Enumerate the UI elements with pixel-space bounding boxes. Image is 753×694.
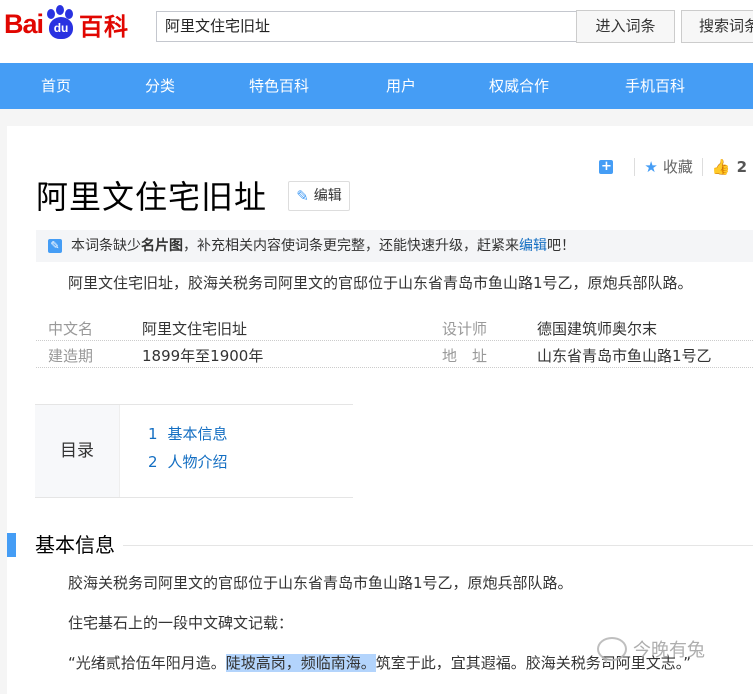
section-divider <box>35 545 753 546</box>
entry-summary: 阿里文住宅旧址，胶海关税务司阿里文的官邸位于山东省青岛市鱼山路1号乙，原炮兵部队… <box>68 274 693 292</box>
catalog-item-text: 基本信息 <box>167 425 228 443</box>
add-icon[interactable]: + <box>599 159 614 174</box>
entry-content: + ★ 收藏 👍 2 阿里文住宅旧址 ✎ 编辑 ✎ 本词条缺少 名片图 ，补充相关内… <box>7 126 753 694</box>
info-value: 德国建筑师奥尔末 <box>537 320 658 338</box>
nav-item-users[interactable]: 用户 <box>386 63 416 109</box>
logo-du: du <box>53 21 69 35</box>
basic-info-row: 中文名 阿里文住宅旧址 设计师 德国建筑师奥尔末 <box>36 314 753 341</box>
catalog-label: 目录 <box>35 405 120 497</box>
catalog-item-number: 1 <box>148 425 158 443</box>
paragraph-text: “光绪贰拾伍年阳月造。 <box>68 654 226 672</box>
missing-image-notice: ✎ 本词条缺少 名片图 ，补充相关内容使词条更完整，还能快速升级，赶紧来 编辑 吧！ <box>36 230 753 262</box>
section-marker <box>7 533 16 557</box>
catalog-item-number: 2 <box>148 453 158 471</box>
catalog-item-biography[interactable]: 2 人物介绍 <box>148 451 228 472</box>
thumbs-up-icon[interactable]: 👍 <box>712 158 731 176</box>
info-value: 山东省青岛市鱼山路1号乙 <box>537 347 712 365</box>
favorite-button[interactable]: 收藏 <box>663 156 693 177</box>
info-key: 中文名 <box>48 320 94 338</box>
info-key: 地 址 <box>442 347 488 365</box>
entry-tools: + ★ 收藏 👍 2 <box>599 156 753 177</box>
page-title: 阿里文住宅旧址 <box>36 178 268 216</box>
baidu-baike-logo[interactable]: Bai du 百科 <box>4 4 129 44</box>
notice-bold: 名片图 <box>141 238 183 254</box>
section-heading: 基本信息 <box>7 531 753 559</box>
nav-item-category[interactable]: 分类 <box>145 63 175 109</box>
notice-prefix: 本词条缺少 <box>71 238 141 254</box>
catalog-item-basic-info[interactable]: 1 基本信息 <box>148 423 228 444</box>
divider <box>634 157 636 176</box>
nav-item-home[interactable]: 首页 <box>41 63 71 109</box>
catalog-item-text: 人物介绍 <box>167 453 228 471</box>
edit-notice-icon: ✎ <box>48 239 62 253</box>
paragraph: 胶海关税务司阿里文的官邸位于山东省青岛市鱼山路1号乙，原炮兵部队路。 <box>68 574 573 592</box>
like-count: 2 <box>736 157 747 176</box>
notice-edit-link[interactable]: 编辑 <box>519 230 547 262</box>
search-entry-button[interactable]: 搜索词条 <box>681 10 753 43</box>
table-of-contents: 目录 1 基本信息 2 人物介绍 <box>35 404 353 498</box>
nav-item-featured[interactable]: 特色百科 <box>249 63 309 109</box>
enter-entry-button[interactable]: 进入词条 <box>576 10 675 43</box>
section-title: 基本信息 <box>35 531 123 559</box>
logo-bai: Bai <box>4 8 44 39</box>
info-value: 阿里文住宅旧址 <box>142 320 248 338</box>
info-key: 设计师 <box>442 320 488 338</box>
paw-icon: du <box>44 5 78 41</box>
selected-text: 陡坡高岗，频临南海。 <box>225 654 376 672</box>
logo-baike: 百科 <box>79 12 130 41</box>
info-value: 1899年至1900年 <box>142 347 264 365</box>
main-nav: 首页 分类 特色百科 用户 权威合作 手机百科 <box>0 63 753 109</box>
edit-button[interactable]: ✎ 编辑 <box>288 181 350 211</box>
star-icon[interactable]: ★ <box>644 158 657 176</box>
notice-middle: ，补充相关内容使词条更完整，还能快速升级，赶紧来 <box>183 238 519 254</box>
notice-suffix: 吧！ <box>547 238 575 254</box>
divider <box>701 157 703 176</box>
watermark-text: 今晚有兔 <box>633 640 705 661</box>
paragraph: 住宅基石上的一段中文碑文记载： <box>68 614 294 632</box>
nav-item-partners[interactable]: 权威合作 <box>489 63 549 109</box>
basic-info-row: 建造期 1899年至1900年 地 址 山东省青岛市鱼山路1号乙 <box>36 341 753 368</box>
edit-label: 编辑 <box>313 188 342 204</box>
search-input[interactable]: 阿里文住宅旧址 <box>156 11 576 42</box>
nav-item-mobile[interactable]: 手机百科 <box>625 63 685 109</box>
watermark: 今晚有兔 <box>597 636 705 664</box>
info-key: 建造期 <box>48 347 94 365</box>
pencil-icon: ✎ <box>296 187 309 205</box>
header: Bai du 百科 阿里文住宅旧址 进入词条 搜索词条 <box>0 0 753 63</box>
chat-bubble-icon <box>597 637 627 664</box>
